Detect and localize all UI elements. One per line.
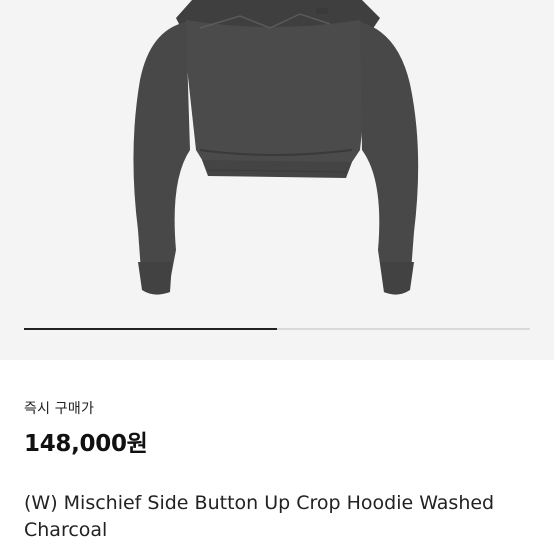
divider [24, 474, 530, 475]
product-image-gallery[interactable] [0, 0, 554, 360]
product-title: (W) Mischief Side Button Up Crop Hoodie … [24, 492, 495, 541]
product-image[interactable] [0, 0, 554, 360]
price: 148,000원 [24, 431, 148, 457]
carousel-progress-track [24, 328, 530, 330]
carousel-progress-indicator [24, 328, 277, 330]
instant-buy-price-label: 즉시 구매가 [24, 401, 95, 417]
